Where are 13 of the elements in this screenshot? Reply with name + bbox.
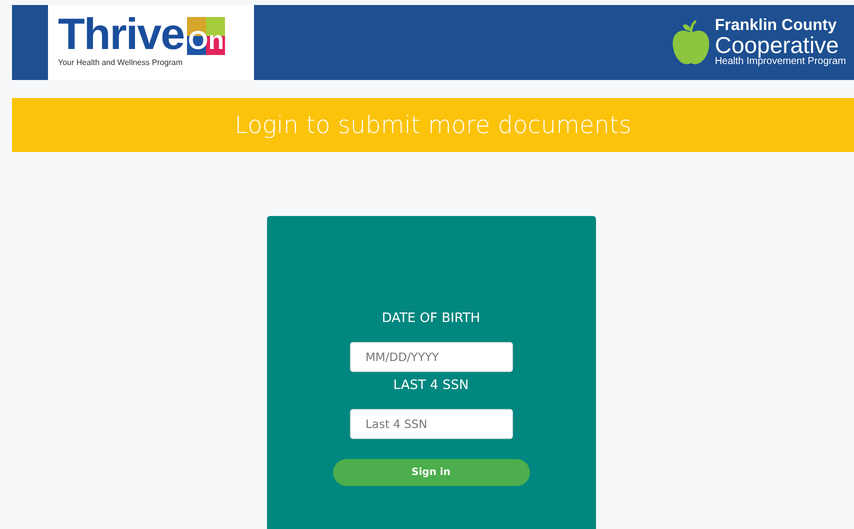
logo-badge: On (187, 17, 226, 55)
partner-title: Cooperative (714, 34, 839, 56)
input-field[interactable]: MM/DD/YYYY (350, 342, 512, 372)
field-label: LAST 4 SSN (393, 378, 469, 393)
partner-subtitle: Health Improvement Program (714, 56, 846, 68)
logo-word: Thrive (58, 15, 184, 55)
input-field[interactable]: Last 4 SSN (350, 409, 512, 439)
apple-icon (670, 18, 711, 66)
logo-tagline: Your Health and Wellness Program (58, 58, 184, 67)
banner-title: Login to submit more documents (234, 111, 632, 139)
partner-name: Franklin County (714, 17, 838, 34)
sign-in-button[interactable]: Sign in (332, 459, 530, 486)
field-label: DATE OF BIRTH (382, 311, 480, 326)
